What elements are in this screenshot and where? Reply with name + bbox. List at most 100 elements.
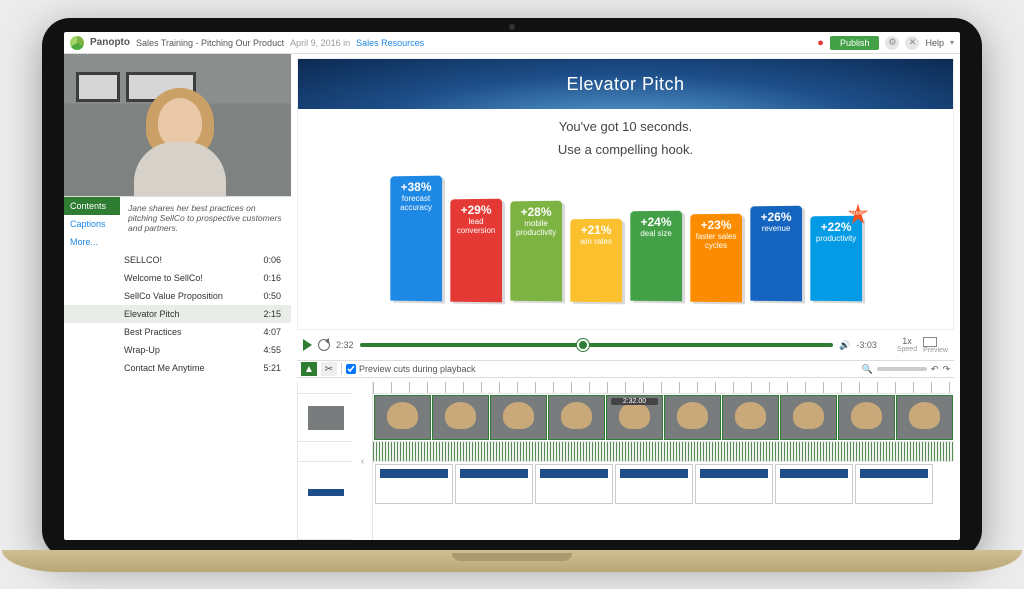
cut-tool[interactable]: ✂ — [321, 362, 337, 376]
slide-clip[interactable] — [375, 464, 453, 504]
rewind-button[interactable] — [318, 339, 330, 351]
audio-track[interactable] — [373, 442, 954, 462]
breadcrumb-link[interactable]: Sales Resources — [356, 38, 424, 48]
speed-value[interactable]: 1x — [897, 337, 917, 346]
playback-bar: 2:32 🔊 -3:03 1x Speed Preview — [297, 334, 954, 356]
tab-captions[interactable]: Captions — [64, 215, 120, 233]
video-clip[interactable] — [722, 395, 779, 440]
chart-bar: +22%productivityNew! — [810, 216, 862, 302]
toc-row[interactable]: SellCo Value Proposition 0:50 — [64, 287, 291, 305]
video-clip[interactable] — [838, 395, 895, 440]
pointer-tool[interactable]: ▲ — [301, 362, 317, 376]
toc-time: 0:06 — [263, 255, 281, 265]
toc-label: Contact Me Anytime — [124, 363, 205, 373]
presenter-video[interactable] — [64, 54, 291, 196]
timeline-track-headers — [297, 382, 353, 540]
zoom-slider[interactable] — [877, 367, 927, 371]
redo-icon[interactable]: ↷ — [942, 364, 950, 375]
timeline-collapse[interactable]: ‹ — [353, 382, 373, 540]
speed-label: Speed — [897, 346, 917, 353]
video-clip[interactable] — [548, 395, 605, 440]
session-description: Jane shares her best practices on pitchi… — [120, 197, 291, 251]
publish-button[interactable]: Publish — [830, 36, 880, 50]
preview-cuts-label: Preview cuts during playback — [359, 364, 476, 374]
time-elapsed: 2:32 — [336, 340, 354, 350]
app-window: Panopto Sales Training - Pitching Our Pr… — [64, 32, 960, 540]
seek-knob[interactable] — [577, 339, 589, 351]
toc-time: 0:16 — [263, 273, 281, 283]
session-title: Sales Training - Pitching Our Product — [136, 38, 284, 48]
panopto-logo-icon — [70, 36, 84, 50]
undo-icon[interactable]: ↶ — [931, 364, 939, 375]
video-clip[interactable] — [374, 395, 431, 440]
slide-track[interactable] — [373, 462, 954, 506]
laptop-frame: Panopto Sales Training - Pitching Our Pr… — [42, 18, 982, 558]
slide-line2: Use a compelling hook. — [558, 142, 693, 157]
video-clip[interactable]: 2:32.00 — [606, 395, 663, 440]
video-clip[interactable] — [432, 395, 489, 440]
chart-bar: +29%lead conversion — [450, 198, 502, 301]
slide-line1: You've got 10 seconds. — [559, 119, 693, 134]
toc-label: SellCo Value Proposition — [124, 291, 223, 301]
preview-cuts-checkbox[interactable]: Preview cuts during playback — [346, 364, 476, 374]
chevron-down-icon[interactable]: ▾ — [950, 38, 954, 47]
close-icon[interactable]: ✕ — [905, 36, 919, 50]
chart-bar: +21%win rates — [570, 218, 622, 301]
slide-bar-chart: +38%forecast accuracy+29%lead conversion… — [390, 171, 862, 301]
chart-bar: +23%faster sales cycles — [690, 213, 742, 301]
toc-label: SELLCO! — [124, 255, 162, 265]
table-of-contents: SELLCO!0:06Welcome to SellCo!0:16SellCo … — [64, 251, 291, 377]
right-column: Elevator Pitch You've got 10 seconds. Us… — [291, 54, 960, 540]
seek-track[interactable] — [360, 343, 834, 347]
main-area: Contents Captions More... Jane shares he… — [64, 54, 960, 540]
tab-more[interactable]: More... — [64, 233, 120, 251]
laptop-notch — [452, 553, 572, 561]
toc-row[interactable]: Welcome to SellCo!0:16 — [64, 269, 291, 287]
video-clip[interactable] — [490, 395, 547, 440]
toc-label: Wrap-Up — [124, 345, 160, 355]
toc-row[interactable]: Elevator Pitch 2:15 — [64, 305, 291, 323]
play-button[interactable] — [303, 339, 312, 351]
timeline: ‹ 2:32.00 — [297, 382, 954, 540]
timeline-ruler[interactable] — [373, 382, 954, 394]
left-column: Contents Captions More... Jane shares he… — [64, 54, 291, 540]
chart-bar: +38%forecast accuracy — [390, 176, 442, 302]
slide-clip[interactable] — [695, 464, 773, 504]
volume-icon[interactable]: 🔊 — [839, 340, 850, 351]
sidebar-tabs: Contents Captions More... Jane shares he… — [64, 196, 291, 251]
video-track-icon[interactable] — [308, 406, 344, 430]
video-clip[interactable] — [896, 395, 953, 440]
gear-icon[interactable]: ⚙ — [885, 36, 899, 50]
tab-contents[interactable]: Contents — [64, 197, 120, 215]
toc-time: 2:15 — [263, 309, 281, 319]
camera-dot — [509, 24, 515, 30]
slide-track-icon[interactable] — [308, 489, 344, 513]
slide-title: Elevator Pitch — [298, 59, 953, 109]
slide-body: You've got 10 seconds. Use a compelling … — [298, 109, 953, 329]
video-clip[interactable] — [664, 395, 721, 440]
preview-icon[interactable] — [923, 337, 937, 347]
top-bar: Panopto Sales Training - Pitching Our Pr… — [64, 32, 960, 54]
brand-label: Panopto — [90, 37, 130, 48]
toc-row[interactable]: Contact Me Anytime5:21 — [64, 359, 291, 377]
chart-bar: +24%deal size — [630, 211, 682, 302]
record-icon[interactable]: ● — [817, 37, 824, 49]
toc-row[interactable]: SELLCO! 0:06 — [64, 251, 291, 269]
help-link[interactable]: Help — [925, 38, 944, 48]
toc-row[interactable]: Best Practices4:07 — [64, 323, 291, 341]
chart-bar: +28%mobile productivity — [510, 201, 562, 302]
toc-time: 0:50 — [263, 291, 281, 301]
slide-view: Elevator Pitch You've got 10 seconds. Us… — [297, 58, 954, 330]
chart-bar: +26%revenue — [750, 206, 802, 302]
slide-clip[interactable] — [455, 464, 533, 504]
toc-label: Elevator Pitch — [124, 309, 180, 319]
slide-clip[interactable] — [775, 464, 853, 504]
slide-clip[interactable] — [615, 464, 693, 504]
video-clip[interactable] — [780, 395, 837, 440]
toc-row[interactable]: Wrap-Up4:55 — [64, 341, 291, 359]
toc-time: 4:07 — [263, 327, 281, 337]
video-track[interactable]: 2:32.00 — [373, 394, 954, 442]
zoom-out-icon[interactable]: 🔍 — [862, 364, 873, 375]
slide-clip[interactable] — [535, 464, 613, 504]
slide-clip[interactable] — [855, 464, 933, 504]
